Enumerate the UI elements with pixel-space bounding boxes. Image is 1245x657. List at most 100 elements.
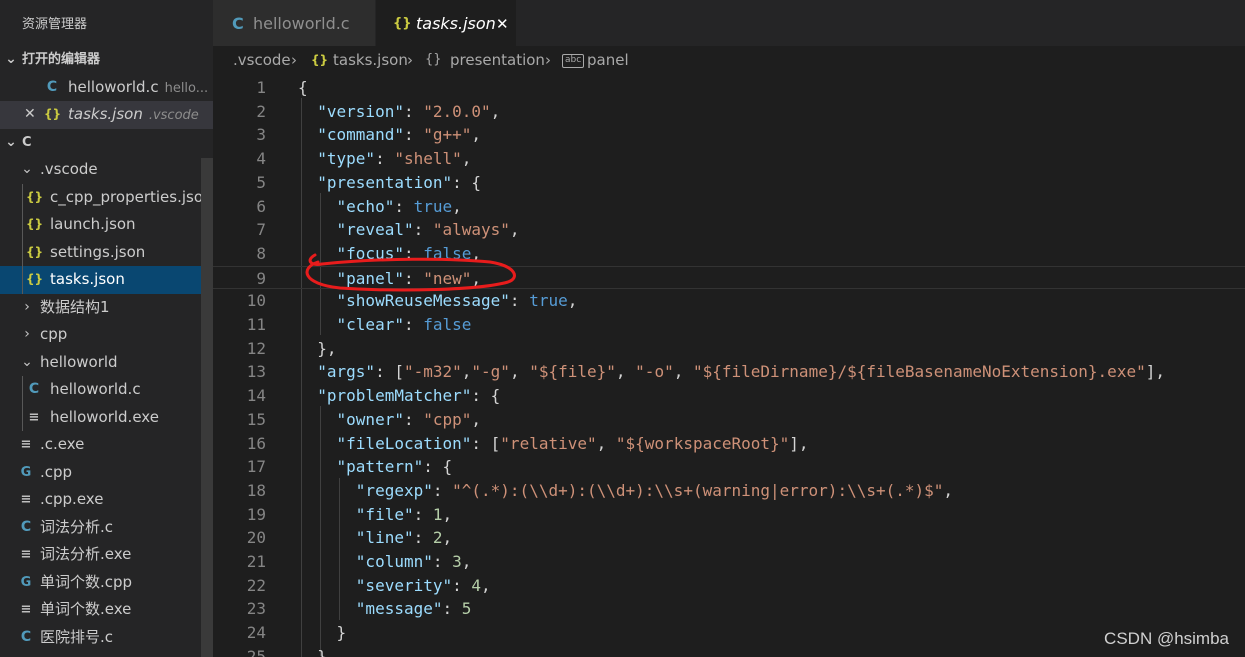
breadcrumb-item[interactable]: .vscode — [233, 46, 291, 74]
code-text: "pattern": { — [298, 455, 453, 479]
line-number: 1 — [256, 78, 266, 97]
code-line[interactable]: 1{ — [213, 76, 1245, 100]
tree-file[interactable]: ≡ helloworld.exe — [0, 403, 213, 431]
code-token: "-g" — [471, 362, 510, 382]
tree-folder[interactable]: › cpp — [0, 321, 213, 349]
code-line[interactable]: 9 "panel": "new", — [213, 265, 1245, 290]
code-line[interactable]: 21 "column": 3, — [213, 550, 1245, 574]
tree-folder[interactable]: ⌄ .vscode — [0, 156, 213, 184]
tree-file[interactable]: {} settings.json — [0, 238, 213, 266]
code-token: : — [413, 528, 433, 548]
code-token: , — [452, 196, 462, 216]
code-line[interactable]: 16 "fileLocation": ["relative", "${works… — [213, 432, 1245, 456]
code-line[interactable]: 24 } — [213, 621, 1245, 645]
code-line[interactable]: 10 "showReuseMessage": true, — [213, 289, 1245, 313]
code-line[interactable]: 14 "problemMatcher": { — [213, 384, 1245, 408]
tree-file[interactable]: C 医院排号.c — [0, 624, 213, 652]
open-editor-item-helloworld[interactable]: C helloworld.c hello... — [0, 74, 213, 102]
code-token: "fileLocation" — [336, 433, 472, 453]
tree-file[interactable]: ≡ 词法分析.exe — [0, 541, 213, 569]
tree-folder[interactable]: › 数据结构1 — [0, 294, 213, 322]
code-token: 5 — [461, 599, 472, 619]
tree-file[interactable]: {} tasks.json — [0, 266, 213, 294]
open-editor-item-tasks[interactable]: ✕ {} tasks.json .vscode — [0, 101, 213, 129]
tree-file[interactable]: ≡ 单词个数.exe — [0, 596, 213, 624]
breadcrumb-item[interactable]: tasks.json — [333, 46, 408, 74]
chevron-right-icon: › — [24, 326, 30, 342]
code-line[interactable]: 3 "command": "g++", — [213, 123, 1245, 147]
code-line[interactable]: 18 "regexp": "^(.*):(\\d+):(\\d+):\\s+(w… — [213, 479, 1245, 503]
code-line[interactable]: 23 "message": 5 — [213, 597, 1245, 621]
code-line[interactable]: 6 "echo": true, — [213, 195, 1245, 219]
open-editors-header[interactable]: ⌄ 打开的编辑器 — [0, 46, 213, 74]
tree-file[interactable]: Chelloworld.c — [0, 376, 213, 404]
tree-item-label: tasks.json — [50, 270, 125, 288]
sidebar-scrollbar[interactable] — [201, 158, 213, 657]
tree-item-label: helloworld — [40, 352, 118, 371]
chevron-down-icon: ⌄ — [21, 353, 33, 370]
line-number: 10 — [246, 291, 266, 311]
code-line[interactable]: 8 "focus": false, — [213, 242, 1245, 266]
indent-guide — [22, 376, 23, 404]
code-line[interactable]: 19 "file": 1, — [213, 503, 1245, 527]
code-line[interactable]: 15 "owner": "cpp", — [213, 408, 1245, 432]
code-line[interactable]: 13 "args": ["-m32","-g", "${file}", "-o"… — [213, 360, 1245, 384]
tree-folder[interactable]: ⌄ helloworld — [0, 349, 213, 377]
tree-file[interactable]: ≡ .cpp.exe — [0, 486, 213, 514]
code-line[interactable]: 11 "clear": false — [213, 313, 1245, 337]
tree-item-label: helloworld.exe — [50, 407, 159, 426]
breadcrumb: .vscode › {} tasks.json › {} presentatio… — [213, 46, 1245, 74]
open-editor-desc: .vscode — [148, 108, 199, 123]
code-line[interactable]: 4 "type": "shell", — [213, 147, 1245, 171]
code-token: : — [394, 196, 414, 216]
open-editor-label: helloworld.c — [68, 77, 159, 96]
tab-helloworld-c[interactable]: C helloworld.c — [213, 0, 375, 46]
code-line[interactable]: 17 "pattern": { — [213, 455, 1245, 479]
tree-item-label: 词法分析.c — [40, 517, 114, 536]
code-line[interactable]: 20 "line": 2, — [213, 526, 1245, 550]
tree-file[interactable]: {} launch.json — [0, 211, 213, 239]
exe-file-icon: ≡ — [20, 437, 32, 452]
code-line[interactable]: 22 "severity": 4, — [213, 574, 1245, 598]
code-line[interactable]: 5 "presentation": { — [213, 171, 1245, 195]
code-line[interactable]: 25 } — [213, 645, 1245, 657]
code-text: }, — [298, 337, 336, 361]
tab-tasks-json[interactable]: {} tasks.json ✕ — [376, 0, 516, 46]
code-token: "problemMatcher" — [317, 386, 472, 406]
code-text: "problemMatcher": { — [298, 384, 500, 408]
code-editor[interactable]: 1{2 "version": "2.0.0", 3 "command": "g++… — [213, 74, 1245, 657]
line-number: 17 — [246, 457, 266, 477]
workspace-header[interactable]: ⌄ C — [0, 129, 213, 157]
code-text: "command": "g++", — [298, 123, 481, 147]
workspace-title: C — [22, 134, 32, 150]
code-line[interactable]: 12 }, — [213, 337, 1245, 361]
code-token: "focus" — [336, 243, 404, 263]
tree-file[interactable]: C 词法分析.c — [0, 514, 213, 542]
code-token: , — [442, 504, 453, 524]
code-token: : — [432, 552, 453, 571]
line-number: 14 — [246, 386, 266, 406]
breadcrumb-item[interactable]: presentation — [450, 46, 545, 74]
tree-file[interactable]: {} c_cpp_properties.json — [0, 183, 213, 211]
close-icon[interactable]: ✕ — [24, 101, 36, 129]
chevron-right-icon: › — [291, 51, 297, 69]
c-file-icon: C — [20, 518, 32, 535]
code-line[interactable]: 2 "version": "2.0.0", — [213, 100, 1245, 124]
line-number: 23 — [246, 599, 266, 619]
breadcrumb-item[interactable]: panel — [587, 46, 629, 74]
close-icon[interactable]: ✕ — [496, 0, 509, 48]
code-token: , — [481, 575, 491, 595]
tree-file[interactable]: G 单词个数.cpp — [0, 569, 213, 597]
line-number: 8 — [256, 243, 266, 263]
code-token: "g++" — [423, 125, 472, 145]
tree-file[interactable]: ≡ .c.exe — [0, 431, 213, 459]
code-line[interactable]: 7 "reveal": "always", — [213, 218, 1245, 242]
code-token: , — [509, 220, 520, 240]
line-number: 22 — [246, 575, 266, 595]
tree-file[interactable]: G .cpp — [0, 459, 213, 487]
tab-label: helloworld.c — [253, 14, 350, 33]
json-file-icon: {} — [26, 272, 44, 286]
